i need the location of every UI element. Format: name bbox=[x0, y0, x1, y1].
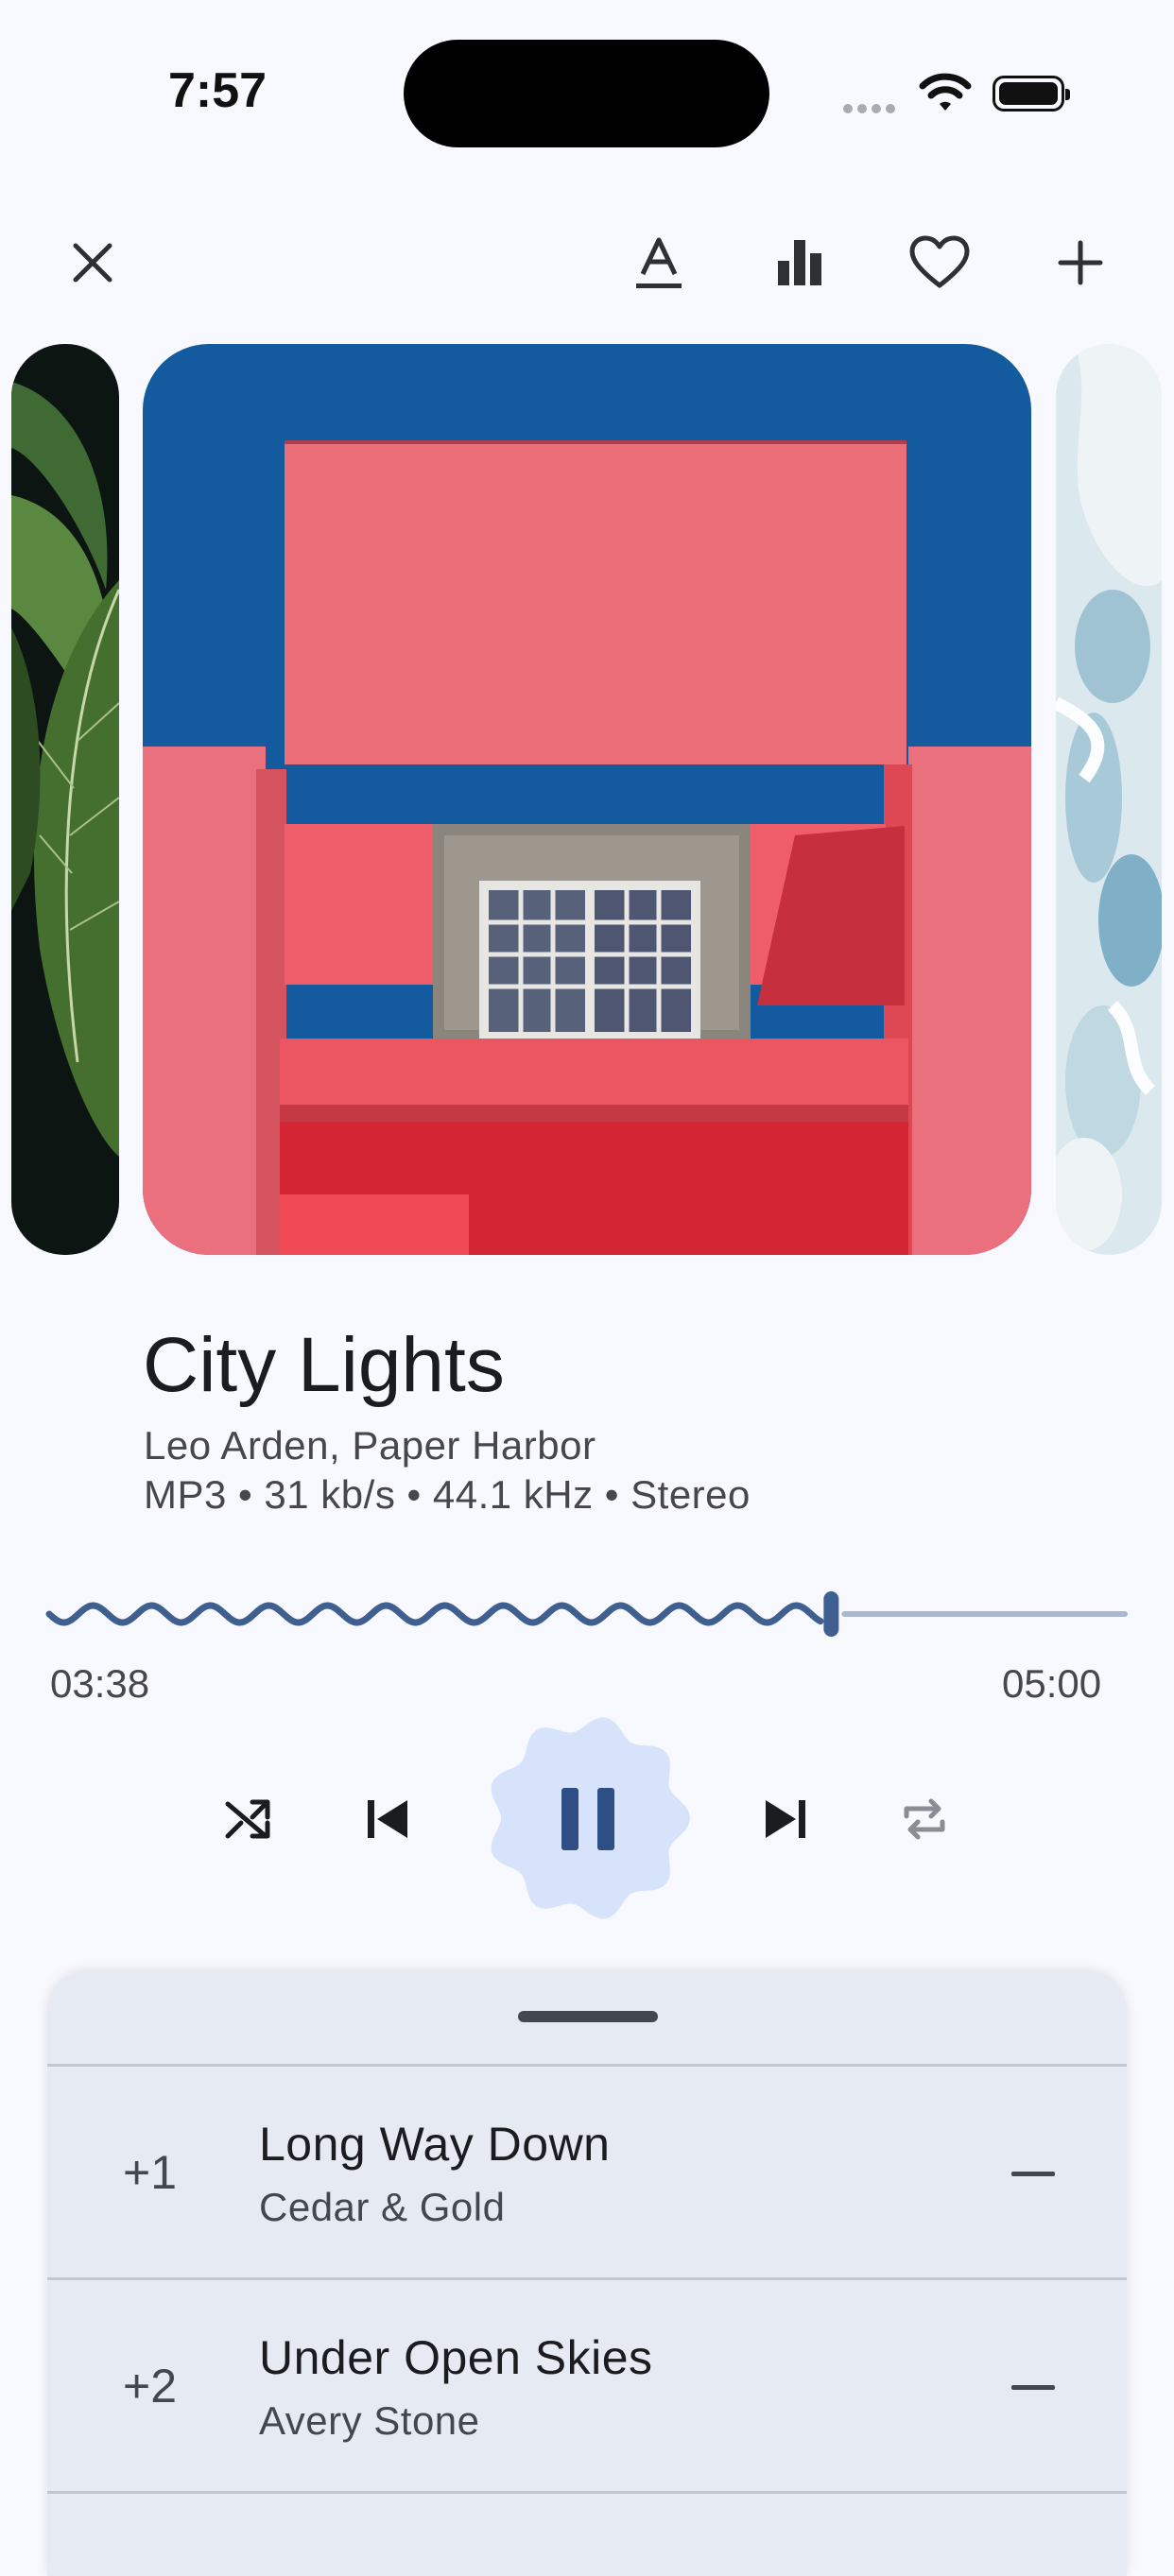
equalizer-button[interactable] bbox=[762, 225, 837, 301]
repeat-button[interactable] bbox=[882, 1777, 967, 1862]
close-icon bbox=[73, 243, 112, 283]
queue-offset: +2 bbox=[123, 2360, 178, 2413]
next-icon bbox=[766, 1800, 805, 1838]
shuffle-icon bbox=[225, 1799, 270, 1839]
queue-offset: +1 bbox=[123, 2146, 178, 2199]
next-button[interactable] bbox=[743, 1777, 828, 1862]
add-icon bbox=[1058, 240, 1103, 285]
seek-bar-played bbox=[45, 1602, 824, 1626]
play-pause-button[interactable] bbox=[484, 1714, 692, 1922]
queue-artist: Avery Stone bbox=[259, 2398, 480, 2443]
previous-album-art[interactable] bbox=[11, 344, 119, 1255]
wifi-icon bbox=[919, 73, 972, 111]
album-art[interactable] bbox=[143, 344, 1031, 1255]
drag-handle[interactable] bbox=[518, 2011, 658, 2022]
track-details: MP3 • 31 kb/s • 44.1 kHz • Stereo bbox=[144, 1472, 751, 1517]
previous-icon bbox=[368, 1800, 407, 1838]
total-time: 05:00 bbox=[1002, 1661, 1102, 1706]
seek-thumb[interactable] bbox=[823, 1591, 839, 1637]
heart-icon bbox=[909, 235, 970, 288]
battery-icon bbox=[993, 76, 1070, 112]
add-to-playlist-button[interactable] bbox=[1043, 225, 1118, 301]
pause-icon bbox=[561, 1788, 614, 1850]
shuffle-button[interactable] bbox=[206, 1777, 291, 1862]
remove-from-queue-icon[interactable] bbox=[1011, 2385, 1055, 2390]
repeat-icon bbox=[904, 1798, 945, 1840]
seek-bar[interactable] bbox=[45, 1588, 1132, 1644]
status-time: 7:57 bbox=[167, 63, 268, 118]
track-artists[interactable]: Leo Arden, Paper Harbor bbox=[144, 1423, 596, 1468]
lyrics-icon bbox=[636, 237, 682, 288]
divider bbox=[47, 2064, 1127, 2067]
favorite-button[interactable] bbox=[902, 225, 977, 301]
elapsed-time: 03:38 bbox=[50, 1661, 150, 1706]
queue-sheet[interactable]: +1 Long Way Down Cedar & Gold +2 Under O… bbox=[47, 1971, 1127, 2576]
lyrics-button[interactable] bbox=[621, 225, 697, 301]
queue-title: Under Open Skies bbox=[259, 2331, 653, 2384]
previous-button[interactable] bbox=[345, 1777, 430, 1862]
remove-from-queue-icon[interactable] bbox=[1011, 2172, 1055, 2176]
equalizer-icon bbox=[778, 240, 821, 285]
queue-artist: Cedar & Gold bbox=[259, 2185, 506, 2229]
track-title: City Lights bbox=[143, 1322, 505, 1408]
divider bbox=[47, 2277, 1127, 2280]
next-album-art[interactable] bbox=[1056, 344, 1162, 1255]
dynamic-island bbox=[404, 40, 769, 147]
close-button[interactable] bbox=[55, 225, 130, 301]
divider bbox=[47, 2491, 1127, 2494]
queue-title: Long Way Down bbox=[259, 2118, 611, 2171]
